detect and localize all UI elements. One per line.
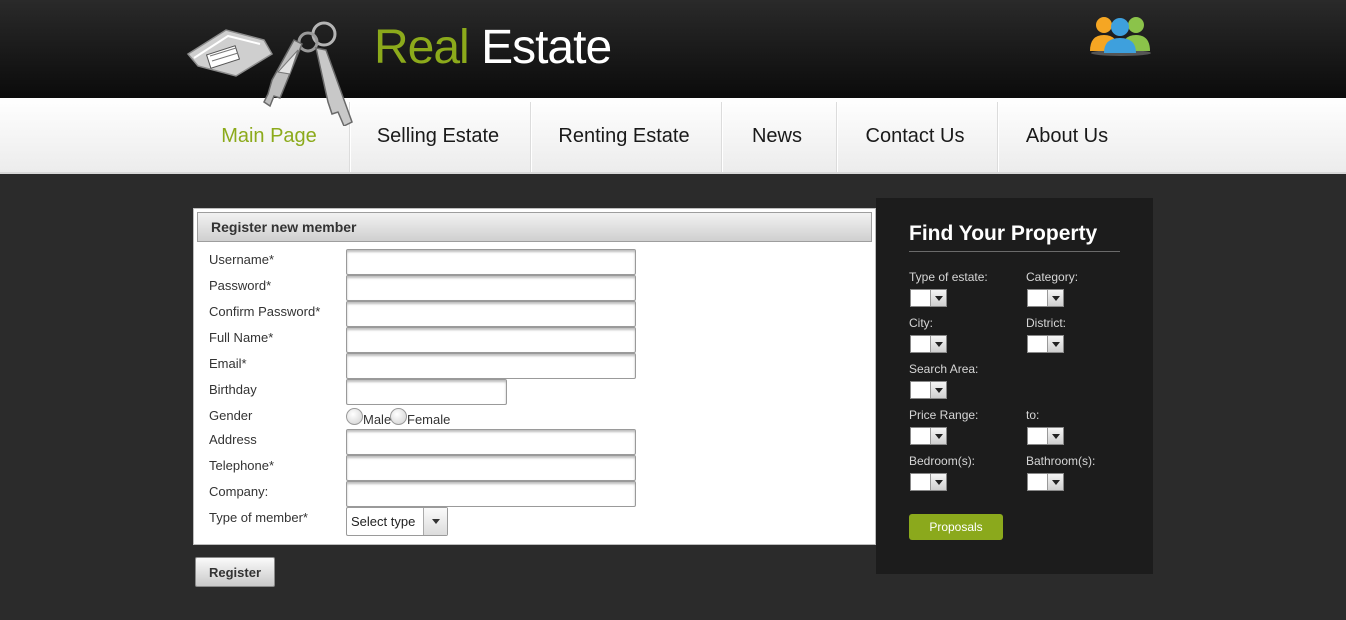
register-form-title: Register new member <box>197 212 872 242</box>
price-range-label: Price Range: <box>909 408 979 422</box>
bathrooms-label: Bathroom(s): <box>1026 454 1096 468</box>
category-select[interactable] <box>1027 289 1064 307</box>
price-from-select[interactable] <box>910 427 947 445</box>
confirm-password-input[interactable] <box>346 301 636 327</box>
nav-divider <box>721 102 722 172</box>
company-label: Company: <box>209 484 269 499</box>
nav-renting-estate[interactable]: Renting Estate <box>536 98 712 172</box>
nav-divider <box>530 102 531 172</box>
chevron-down-icon <box>423 508 447 535</box>
title-divider <box>909 251 1120 252</box>
proposals-button[interactable]: Proposals <box>909 514 1003 540</box>
gender-label: Gender <box>209 408 253 423</box>
username-label: Username* <box>209 252 275 267</box>
users-group-icon[interactable] <box>1088 13 1154 57</box>
email-label: Email* <box>209 356 247 371</box>
full-name-label: Full Name* <box>209 330 274 345</box>
confirm-password-label: Confirm Password* <box>209 304 321 319</box>
property-search-panel: Find Your Property Type of estate: Categ… <box>876 198 1153 574</box>
search-area-label: Search Area: <box>909 362 979 376</box>
gender-female-radio[interactable] <box>390 408 407 425</box>
gender-male-label: Male <box>363 412 392 427</box>
chevron-down-icon <box>930 382 946 398</box>
bathrooms-select[interactable] <box>1027 473 1064 491</box>
password-input[interactable] <box>346 275 636 301</box>
district-label: District: <box>1026 316 1066 330</box>
nav-divider <box>836 102 837 172</box>
type-of-estate-label: Type of estate: <box>909 270 988 284</box>
search-area-select[interactable] <box>910 381 947 399</box>
telephone-input[interactable] <box>346 455 636 481</box>
telephone-label: Telephone* <box>209 458 275 473</box>
chevron-down-icon <box>930 290 946 306</box>
nav-about-us[interactable]: About Us <box>1003 98 1131 172</box>
price-to-select[interactable] <box>1027 427 1064 445</box>
chevron-down-icon <box>930 428 946 444</box>
birthday-label: Birthday <box>209 382 257 397</box>
register-button[interactable]: Register <box>195 557 275 587</box>
chevron-down-icon <box>1047 290 1063 306</box>
address-label: Address <box>209 432 257 447</box>
member-type-select[interactable]: Select type <box>346 507 448 536</box>
city-select[interactable] <box>910 335 947 353</box>
gender-male-radio[interactable] <box>346 408 363 425</box>
logo-word-estate: Estate <box>481 21 612 74</box>
member-type-value: Select type <box>351 514 416 529</box>
chevron-down-icon <box>930 474 946 490</box>
nav-divider <box>997 102 998 172</box>
full-name-input[interactable] <box>346 327 636 353</box>
chevron-down-icon <box>1047 336 1063 352</box>
nav-news[interactable]: News <box>727 98 827 172</box>
company-input[interactable] <box>346 481 636 507</box>
address-input[interactable] <box>346 429 636 455</box>
chevron-down-icon <box>930 336 946 352</box>
bedrooms-label: Bedroom(s): <box>909 454 976 468</box>
site-logo[interactable]: Real Estate <box>374 20 612 76</box>
house-keys-icon <box>186 21 353 126</box>
district-select[interactable] <box>1027 335 1064 353</box>
site-header: Real Estate <box>0 0 1346 126</box>
bedrooms-select[interactable] <box>910 473 947 491</box>
price-to-label: to: <box>1026 408 1040 422</box>
nav-contact-us[interactable]: Contact Us <box>842 98 988 172</box>
username-input[interactable] <box>346 249 636 275</box>
gender-female-label: Female <box>407 412 451 427</box>
category-label: Category: <box>1026 270 1079 284</box>
password-label: Password* <box>209 278 272 293</box>
city-label: City: <box>909 316 933 330</box>
property-search-title: Find Your Property <box>909 222 1098 245</box>
member-type-label: Type of member* <box>209 510 308 525</box>
email-input[interactable] <box>346 353 636 379</box>
logo-word-real: Real <box>374 21 470 74</box>
register-form: Register new member Username* Password* … <box>193 208 876 545</box>
birthday-input[interactable] <box>346 379 507 405</box>
chevron-down-icon <box>1047 428 1063 444</box>
type-of-estate-select[interactable] <box>910 289 947 307</box>
chevron-down-icon <box>1047 474 1063 490</box>
nav-selling-estate[interactable]: Selling Estate <box>354 98 522 172</box>
